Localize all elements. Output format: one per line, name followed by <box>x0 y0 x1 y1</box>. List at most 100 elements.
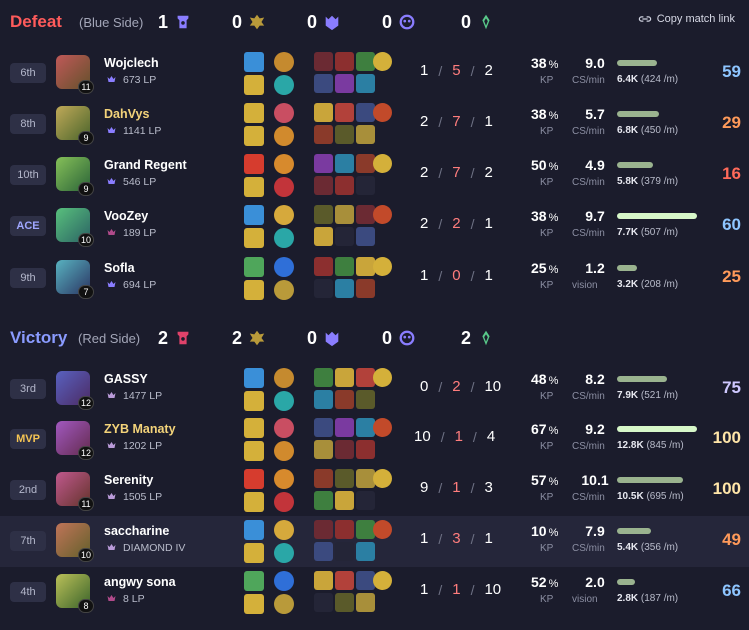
trinket-icon[interactable] <box>373 571 392 590</box>
item-icon[interactable] <box>335 390 354 409</box>
item-icon[interactable] <box>356 390 375 409</box>
summoner-spell-icon[interactable] <box>244 228 264 248</box>
summoner-spell-icon[interactable] <box>244 418 264 438</box>
item-icon[interactable] <box>356 74 375 93</box>
item-icon[interactable] <box>314 74 333 93</box>
item-icon[interactable] <box>335 440 354 459</box>
item-icon[interactable] <box>335 571 354 590</box>
summoner-spell-icon[interactable] <box>244 391 264 411</box>
player-row[interactable]: 10th 9 Grand Regent 546 LP 2 / 7 / 2 50% KP 4.9 CS/m… <box>0 150 749 201</box>
keystone-rune-icon[interactable] <box>274 52 294 72</box>
item-icon[interactable] <box>314 542 333 561</box>
keystone-rune-icon[interactable] <box>274 469 294 489</box>
secondary-rune-icon[interactable] <box>274 177 294 197</box>
item-icon[interactable] <box>314 205 333 224</box>
summoner-name[interactable]: Serenity <box>104 473 153 487</box>
item-icon[interactable] <box>314 52 333 71</box>
item-icon[interactable] <box>314 390 333 409</box>
item-icon[interactable] <box>314 125 333 144</box>
item-icon[interactable] <box>335 491 354 510</box>
item-icon[interactable] <box>314 520 333 539</box>
item-icon[interactable] <box>314 491 333 510</box>
summoner-spell-icon[interactable] <box>244 126 264 146</box>
item-icon[interactable] <box>335 125 354 144</box>
item-icon[interactable] <box>356 125 375 144</box>
summoner-spell-icon[interactable] <box>244 543 264 563</box>
item-icon[interactable] <box>335 257 354 276</box>
keystone-rune-icon[interactable] <box>274 257 294 277</box>
item-icon[interactable] <box>335 52 354 71</box>
secondary-rune-icon[interactable] <box>274 228 294 248</box>
item-icon[interactable] <box>356 440 375 459</box>
summoner-spell-icon[interactable] <box>244 469 264 489</box>
item-icon[interactable] <box>335 154 354 173</box>
player-row[interactable]: 6th 11 Wojclech 673 LP 1 / 5 / 2 38% KP 9.0 CS/min 6.… <box>0 48 749 99</box>
item-icon[interactable] <box>335 368 354 387</box>
item-icon[interactable] <box>335 520 354 539</box>
summoner-name[interactable]: DahVys <box>104 107 149 121</box>
keystone-rune-icon[interactable] <box>274 418 294 438</box>
summoner-name[interactable]: VooZey <box>104 209 148 223</box>
summoner-name[interactable]: angwy sona <box>104 575 176 589</box>
trinket-icon[interactable] <box>373 205 392 224</box>
player-row[interactable]: MVP 12 ZYB Manaty 1202 LP 10 / 1 / 4 67% KP 9.2 CS/m… <box>0 414 749 465</box>
trinket-icon[interactable] <box>373 520 392 539</box>
summoner-name[interactable]: Wojclech <box>104 56 159 70</box>
item-icon[interactable] <box>314 154 333 173</box>
keystone-rune-icon[interactable] <box>274 368 294 388</box>
secondary-rune-icon[interactable] <box>274 492 294 512</box>
secondary-rune-icon[interactable] <box>274 126 294 146</box>
player-row[interactable]: 9th 7 Sofla 694 LP 1 / 0 / 1 25% KP 1.2 vision 3.2K (… <box>0 253 749 304</box>
item-icon[interactable] <box>335 176 354 195</box>
item-icon[interactable] <box>314 440 333 459</box>
empty-item-slot[interactable] <box>356 491 375 510</box>
item-icon[interactable] <box>335 593 354 612</box>
keystone-rune-icon[interactable] <box>274 571 294 591</box>
summoner-spell-icon[interactable] <box>244 154 264 174</box>
summoner-spell-icon[interactable] <box>244 257 264 277</box>
item-icon[interactable] <box>356 542 375 561</box>
summoner-spell-icon[interactable] <box>244 520 264 540</box>
keystone-rune-icon[interactable] <box>274 520 294 540</box>
item-icon[interactable] <box>314 227 333 246</box>
player-row[interactable]: 8th 9 DahVys 1141 LP 2 / 7 / 1 38% KP 5.7 CS/min 6.8K… <box>0 99 749 150</box>
item-icon[interactable] <box>356 593 375 612</box>
summoner-spell-icon[interactable] <box>244 280 264 300</box>
keystone-rune-icon[interactable] <box>274 103 294 123</box>
item-icon[interactable] <box>356 227 375 246</box>
summoner-spell-icon[interactable] <box>244 75 264 95</box>
item-icon[interactable] <box>356 279 375 298</box>
trinket-icon[interactable] <box>373 257 392 276</box>
empty-item-slot[interactable] <box>335 542 354 561</box>
empty-item-slot[interactable] <box>335 227 354 246</box>
trinket-icon[interactable] <box>373 418 392 437</box>
item-icon[interactable] <box>335 205 354 224</box>
empty-item-slot[interactable] <box>356 176 375 195</box>
summoner-name[interactable]: Grand Regent <box>104 158 187 172</box>
secondary-rune-icon[interactable] <box>274 280 294 300</box>
keystone-rune-icon[interactable] <box>274 154 294 174</box>
empty-item-slot[interactable] <box>314 279 333 298</box>
player-row[interactable]: 3rd 12 GASSY 1477 LP 0 / 2 / 10 48% KP 8.2 CS/min 7.9… <box>0 364 749 415</box>
trinket-icon[interactable] <box>373 469 392 488</box>
summoner-spell-icon[interactable] <box>244 571 264 591</box>
empty-item-slot[interactable] <box>314 593 333 612</box>
trinket-icon[interactable] <box>373 154 392 173</box>
summoner-spell-icon[interactable] <box>244 594 264 614</box>
player-row[interactable]: 7th 10 saccharine DIAMOND IV 1 / 3 / 1 10% KP 7.9 CS… <box>0 516 749 567</box>
trinket-icon[interactable] <box>373 368 392 387</box>
secondary-rune-icon[interactable] <box>274 594 294 614</box>
item-icon[interactable] <box>335 418 354 437</box>
summoner-spell-icon[interactable] <box>244 205 264 225</box>
item-icon[interactable] <box>335 469 354 488</box>
summoner-spell-icon[interactable] <box>244 368 264 388</box>
secondary-rune-icon[interactable] <box>274 75 294 95</box>
item-icon[interactable] <box>314 418 333 437</box>
secondary-rune-icon[interactable] <box>274 441 294 461</box>
summoner-name[interactable]: Sofla <box>104 261 135 275</box>
item-icon[interactable] <box>335 74 354 93</box>
item-icon[interactable] <box>335 279 354 298</box>
item-icon[interactable] <box>335 103 354 122</box>
summoner-name[interactable]: saccharine <box>104 524 169 538</box>
summoner-name[interactable]: GASSY <box>104 372 148 386</box>
